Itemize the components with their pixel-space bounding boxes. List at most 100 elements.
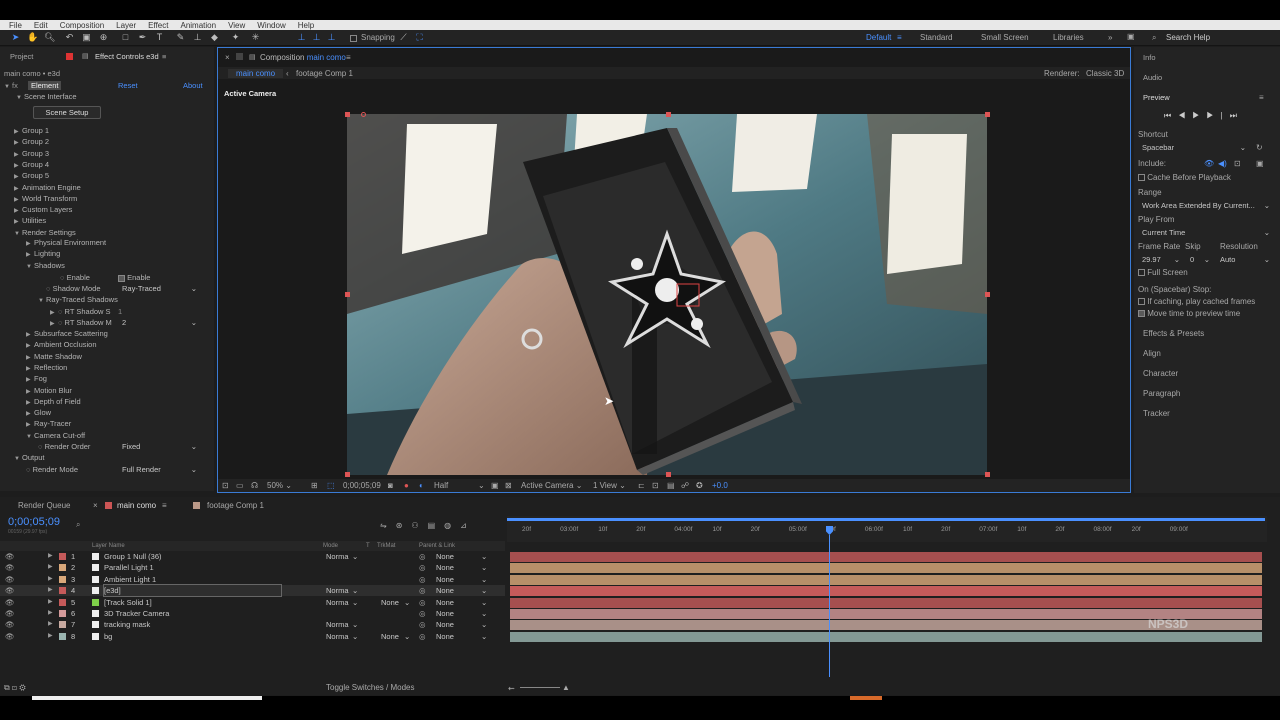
- render-row-reflection[interactable]: ▶ Reflection: [26, 362, 67, 373]
- scene-setup-button[interactable]: Scene Setup: [33, 106, 101, 119]
- include-overlays-icon[interactable]: ⊡: [1234, 159, 1241, 168]
- render-row-ray-tracer[interactable]: ▶ Ray-Tracer: [26, 418, 71, 429]
- mask-visibility-icon[interactable]: ☊: [251, 481, 258, 490]
- if-caching-checkbox[interactable]: If caching, play cached frames: [1138, 297, 1255, 306]
- layer-label-color[interactable]: [59, 610, 66, 617]
- fast-previews-icon[interactable]: ✪: [696, 481, 703, 490]
- visibility-icon[interactable]: 👁︎: [5, 585, 15, 596]
- layer-duration-bar[interactable]: [510, 563, 1262, 574]
- menu-layer[interactable]: Layer: [110, 21, 142, 30]
- render-row-ambient-occlusion[interactable]: ▶ Ambient Occlusion: [26, 339, 97, 350]
- layer-name[interactable]: Group 1 Null (36): [104, 551, 162, 562]
- eraser-tool-icon[interactable]: ◆: [209, 32, 220, 43]
- exposure-value[interactable]: +0.0: [712, 481, 728, 490]
- reset-shortcut-icon[interactable]: ↻: [1256, 143, 1263, 152]
- play-icon[interactable]: ▶: [1192, 111, 1206, 120]
- move-time-checkbox[interactable]: Move time to preview time: [1138, 309, 1240, 318]
- mode-chevron-icon[interactable]: ⌄: [352, 585, 358, 596]
- layer-name[interactable]: tracking mask: [104, 619, 150, 630]
- parent-dropdown[interactable]: None: [436, 597, 454, 608]
- flowchart-icon[interactable]: ☍: [681, 481, 689, 490]
- visibility-icon[interactable]: 👁︎: [5, 608, 15, 619]
- layer-mode-dropdown[interactable]: Norma: [326, 597, 349, 608]
- comp-menu-icon[interactable]: ≡: [346, 53, 351, 62]
- show-channel-icon[interactable]: ●: [404, 481, 409, 490]
- layer-name[interactable]: Parallel Light 1: [104, 562, 154, 573]
- render-mode-dropdown[interactable]: Full Render ⌄: [122, 465, 197, 475]
- layer-name[interactable]: [Track Solid 1]: [104, 597, 152, 608]
- stopwatch-icon[interactable]: ◌: [38, 442, 42, 451]
- region-icon[interactable]: ⬚: [327, 481, 335, 490]
- visibility-icon[interactable]: 👁︎: [5, 562, 15, 573]
- zoom-slider[interactable]: [520, 687, 560, 688]
- collapse-icon[interactable]: ▼: [14, 229, 22, 240]
- axis-world-icon[interactable]: ⊥: [311, 32, 322, 43]
- layer-row[interactable]: 👁︎ ▶ 3 Ambient Light 1 ◎ None ⌄: [0, 574, 505, 585]
- layer-name[interactable]: 3D Tracker Camera: [104, 608, 169, 619]
- parent-chevron-icon[interactable]: ⌄: [481, 619, 487, 630]
- handle-bottom[interactable]: [666, 472, 671, 477]
- mode-chevron-icon[interactable]: ⌄: [352, 551, 358, 562]
- time-ruler[interactable]: [507, 516, 1267, 542]
- parent-dropdown[interactable]: None: [436, 619, 454, 630]
- timeline-icon[interactable]: ▤: [667, 481, 675, 490]
- layer-duration-bar[interactable]: [510, 597, 1262, 608]
- render-row-physical-environment[interactable]: ▶ Physical Environment: [26, 237, 106, 248]
- trkmat-chevron-icon[interactable]: ⌄: [404, 631, 410, 642]
- parent-chevron-icon[interactable]: ⌄: [481, 551, 487, 562]
- expand-icon[interactable]: ▶: [48, 631, 53, 642]
- handle-right[interactable]: [985, 292, 990, 297]
- group-row-group-5[interactable]: ▶ Group 5: [14, 170, 49, 181]
- draft-3d-icon[interactable]: ⊛: [396, 521, 412, 530]
- reset-exposure-icon[interactable]: ⊡: [652, 481, 659, 490]
- render-order-dropdown[interactable]: Fixed ⌄: [122, 442, 197, 452]
- search-layers-icon[interactable]: ⌕: [76, 520, 80, 530]
- parent-pickwhip-icon[interactable]: ◎: [419, 608, 426, 619]
- motion-blur-icon[interactable]: ◍: [444, 521, 460, 530]
- play-from-dropdown[interactable]: Current Time ⌄: [1142, 228, 1270, 238]
- group-row-custom-layers[interactable]: ▶ Custom Layers: [14, 204, 72, 215]
- layer-duration-bar[interactable]: [510, 574, 1262, 585]
- handle-left[interactable]: [345, 292, 350, 297]
- axis-local-icon[interactable]: ⊥: [296, 32, 307, 43]
- grid-icon[interactable]: ⊞: [311, 481, 318, 490]
- workspace-standard[interactable]: Standard: [920, 33, 952, 42]
- parent-chevron-icon[interactable]: ⌄: [481, 597, 487, 608]
- roto-brush-tool-icon[interactable]: ✦: [230, 32, 241, 43]
- parent-pickwhip-icon[interactable]: ◎: [419, 551, 426, 562]
- render-row-motion-blur[interactable]: ▶ Motion Blur: [26, 385, 72, 396]
- collapse-icon[interactable]: ▼: [26, 432, 34, 443]
- expand-icon[interactable]: ▶: [48, 574, 53, 585]
- layer-mode-dropdown[interactable]: Norma: [326, 619, 349, 630]
- roi-icon[interactable]: ▣: [491, 481, 499, 490]
- rt-m-dropdown[interactable]: 2 ⌄: [122, 318, 197, 328]
- visibility-icon[interactable]: 👁︎: [5, 597, 15, 608]
- always-preview-icon[interactable]: ⊡: [222, 481, 229, 490]
- col-mode[interactable]: Mode: [323, 543, 338, 549]
- mode-chevron-icon[interactable]: ⌄: [352, 597, 358, 608]
- handle-bl[interactable]: [345, 472, 350, 477]
- parent-chevron-icon[interactable]: ⌄: [481, 585, 487, 596]
- trkmat-dropdown[interactable]: None: [381, 597, 399, 608]
- handle-tl[interactable]: [345, 112, 350, 117]
- comp-tab[interactable]: Composition main como: [260, 53, 346, 62]
- shadow-mode-dropdown[interactable]: Ray-Traced ⌄: [122, 284, 197, 294]
- renderer-value[interactable]: Classic 3D: [1086, 69, 1124, 78]
- parent-dropdown[interactable]: None: [436, 551, 454, 562]
- more-workspaces-icon[interactable]: »: [1108, 33, 1112, 42]
- handle-br[interactable]: [985, 472, 990, 477]
- panel-tab-effects-presets[interactable]: Effects & Presets: [1143, 329, 1204, 338]
- view-layout-dropdown[interactable]: 1 View ⌄: [593, 481, 626, 490]
- group-row-animation-engine[interactable]: ▶ Animation Engine: [14, 182, 81, 193]
- preview-menu-icon[interactable]: ≡: [1259, 93, 1264, 102]
- graph-editor-icon[interactable]: ⊿: [460, 521, 476, 530]
- skip-dropdown[interactable]: 0 ⌄: [1190, 255, 1210, 265]
- layer-mode-dropdown[interactable]: Norma: [326, 631, 349, 642]
- menu-view[interactable]: View: [222, 21, 251, 30]
- snap-edges-icon[interactable]: ⟋: [398, 32, 409, 43]
- effect-row[interactable]: ▼ fx Element: [4, 80, 62, 91]
- first-frame-icon[interactable]: ⏮: [1164, 111, 1178, 120]
- parent-pickwhip-icon[interactable]: ◎: [419, 619, 426, 630]
- menu-window[interactable]: Window: [251, 21, 291, 30]
- close-icon[interactable]: ×: [225, 53, 230, 62]
